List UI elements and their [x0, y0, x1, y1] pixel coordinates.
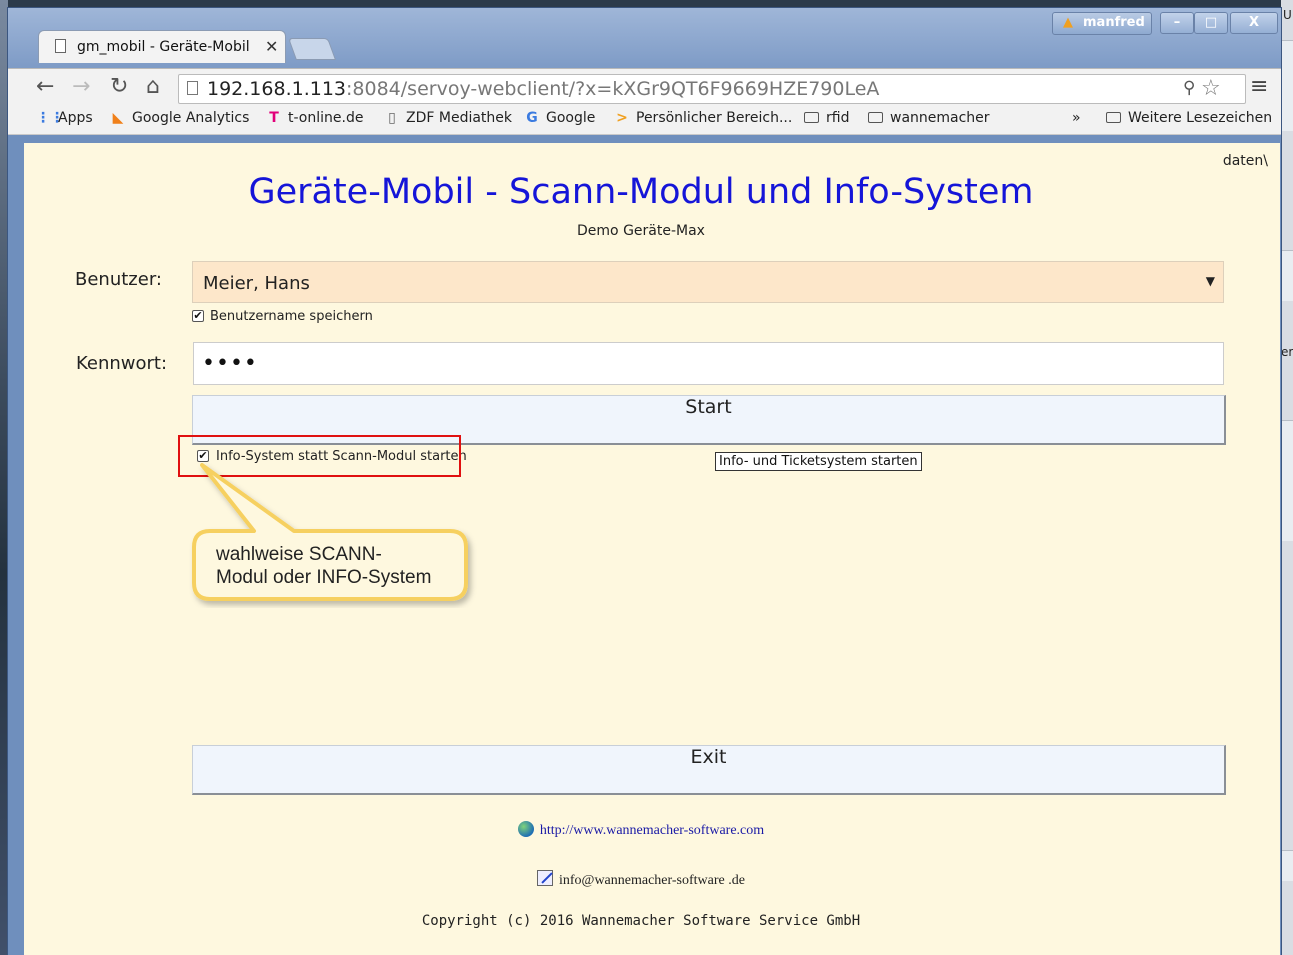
callout-text: wahlweise SCANN- Modul oder INFO-System: [216, 543, 431, 589]
dropdown-arrow-icon: ▼: [1205, 274, 1215, 288]
bookmark-star-icon[interactable]: ☆: [1201, 76, 1221, 101]
bookmark-other[interactable]: Weitere Lesezeichen: [1106, 110, 1272, 126]
analytics-icon: ◣: [112, 110, 124, 126]
folder-icon: [804, 112, 819, 123]
user-label: Benutzer:: [75, 269, 162, 290]
desktop-background-right: [1281, 0, 1293, 955]
bookmark-t-online[interactable]: Tt-online.de: [266, 110, 363, 126]
bookmark-label: Persönlicher Bereich...: [636, 110, 793, 126]
folder-icon: [1106, 112, 1121, 123]
globe-icon: [517, 821, 534, 837]
save-username-checkbox[interactable]: ✔: [192, 310, 204, 322]
password-field[interactable]: ••••: [193, 342, 1224, 385]
url-text: 192.168.1.113:8084/servoy-webclient/?x=k…: [207, 78, 879, 100]
website-link[interactable]: http://www.wannemacher-software.com: [540, 823, 764, 838]
page-info-icon[interactable]: [187, 81, 198, 95]
edit-mail-icon: [537, 870, 553, 886]
copyright-text: Copyright (c) 2016 Wannemacher Software …: [421, 913, 861, 929]
browser-window: gm_mobil - Geräte-Mobil ✕ ▲ manfred – □ …: [8, 8, 1281, 955]
home-icon[interactable]: ⌂: [146, 74, 160, 99]
desktop-fragment-text: U: [1283, 8, 1292, 22]
back-arrow-icon[interactable]: ←: [36, 74, 54, 99]
save-username-label: Benutzername speichern: [210, 309, 373, 324]
email-row: info@wannemacher-software .de: [24, 870, 1258, 889]
page-content: daten\ Geräte-Mobil - Scann-Modul und In…: [24, 143, 1280, 955]
user-select[interactable]: Meier, Hans ▼: [192, 261, 1224, 303]
desktop-fragment-text: er: [1281, 345, 1293, 359]
website-row: http://www.wannemacher-software.com: [24, 821, 1258, 839]
new-tab-button[interactable]: [287, 38, 337, 60]
minimize-button[interactable]: –: [1160, 12, 1194, 34]
apps-grid-icon: ⋮⋮: [36, 110, 64, 126]
tab-title: gm_mobil - Geräte-Mobil: [77, 39, 250, 55]
page-icon: ▯: [388, 110, 396, 126]
close-window-button[interactable]: X: [1230, 12, 1278, 34]
url-host: 192.168.1.113: [207, 78, 347, 100]
password-mask: ••••: [202, 351, 258, 376]
bookmark-zdf-mediathek[interactable]: ▯ ZDF Mediathek: [384, 110, 512, 126]
bookmark-label: ZDF Mediathek: [406, 110, 513, 126]
warning-icon: ▲: [1063, 15, 1073, 30]
bookmark-label: wannemacher: [890, 110, 990, 126]
bookmark-wannemacher[interactable]: wannemacher: [868, 110, 990, 126]
folder-icon: [868, 112, 883, 123]
bookmark-google-analytics[interactable]: ◣ Google Analytics: [110, 110, 250, 126]
start-tooltip: Info- und Ticketsystem starten: [715, 452, 922, 471]
url-path: :8084/servoy-webclient/?x=kXGr9QT6F9669H…: [346, 78, 880, 100]
bookmark-label: Apps: [58, 110, 93, 126]
bookmark-rfid[interactable]: rfid: [804, 110, 849, 126]
bookmark-label: Weitere Lesezeichen: [1128, 110, 1273, 126]
bookmark-apps[interactable]: ⋮⋮Apps: [36, 110, 93, 126]
bookmarks-bar: ⋮⋮Apps ◣ Google Analytics Tt-online.de ▯ Z…: [8, 104, 1281, 135]
bookmarks-overflow-button[interactable]: »: [1072, 110, 1081, 126]
telekom-icon: T: [269, 110, 279, 126]
callout-line: wahlweise SCANN-: [216, 544, 382, 565]
bookmark-label: Google: [546, 110, 596, 126]
bookmark-persoenlicher-bereich[interactable]: > Persönlicher Bereich...: [614, 110, 792, 126]
exit-button[interactable]: Exit: [192, 745, 1226, 795]
desktop-background-left: [0, 0, 8, 955]
bookmark-label: rfid: [826, 110, 850, 126]
user-select-value: Meier, Hans: [203, 273, 310, 294]
callout-line: Modul oder INFO-System: [216, 567, 432, 588]
reload-icon[interactable]: ↻: [110, 74, 128, 99]
forward-arrow-icon[interactable]: →: [72, 74, 90, 99]
email-link[interactable]: info@wannemacher-software .de: [559, 873, 745, 888]
profile-button[interactable]: ▲ manfred: [1052, 12, 1152, 35]
address-bar[interactable]: 192.168.1.113:8084/servoy-webclient/?x=k…: [178, 74, 1246, 104]
maximize-button[interactable]: □: [1194, 12, 1228, 34]
page-icon: [55, 39, 66, 53]
bookmark-google[interactable]: G Google: [524, 110, 595, 126]
data-path-label: daten\: [1222, 153, 1268, 169]
bookmark-label: t-online.de: [288, 110, 364, 126]
tab-close-icon[interactable]: ✕: [265, 37, 278, 56]
title-bar: gm_mobil - Geräte-Mobil ✕ ▲ manfred – □ …: [8, 8, 1281, 68]
arrow-icon: >: [616, 110, 628, 126]
profile-name: manfred: [1083, 15, 1145, 30]
password-label: Kennwort:: [76, 353, 168, 374]
page-subtitle: Demo Geräte-Max: [577, 223, 705, 239]
browser-toolbar: ← → ↻ ⌂ 192.168.1.113:8084/servoy-webcli…: [8, 68, 1281, 105]
browser-tab[interactable]: gm_mobil - Geräte-Mobil ✕: [38, 30, 286, 63]
bookmark-label: Google Analytics: [132, 110, 250, 126]
key-icon[interactable]: ⚲: [1183, 78, 1195, 98]
google-icon: G: [526, 110, 538, 126]
menu-icon[interactable]: ≡: [1250, 74, 1268, 99]
page-title: Geräte-Mobil - Scann-Modul und Info-Syst…: [248, 172, 1034, 212]
